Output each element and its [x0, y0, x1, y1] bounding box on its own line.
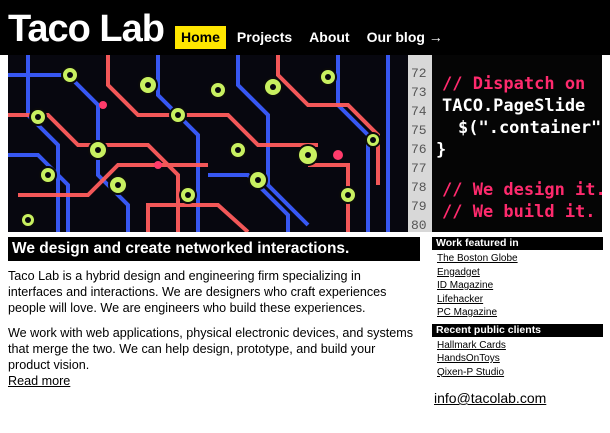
- list-item: PC Magazine: [437, 306, 603, 320]
- tagline-heading: We design and create networked interacti…: [8, 237, 420, 261]
- clients-heading: Recent public clients: [432, 323, 603, 337]
- client-link-hallmark[interactable]: Hallmark Cards: [437, 340, 506, 351]
- list-item: The Boston Globe: [437, 252, 603, 266]
- main-nav: Home Projects About Our blog →: [175, 26, 454, 49]
- sidebar: Work featured in The Boston Globe Engadg…: [432, 237, 603, 383]
- featured-heading: Work featured in: [432, 237, 603, 250]
- featured-link-boston-globe[interactable]: The Boston Globe: [437, 253, 518, 264]
- featured-link-engadget[interactable]: Engadget: [437, 267, 480, 278]
- services-paragraph: We work with web applications, physical …: [8, 325, 418, 390]
- code-line-numbers: 72 73 74 75 76 77 78 79 80: [411, 66, 427, 232]
- line-number: 77: [411, 161, 427, 176]
- intro-paragraph: Taco Lab is a hybrid design and engineer…: [8, 269, 387, 316]
- nav-our-blog[interactable]: Our blog →: [361, 26, 449, 49]
- featured-list: The Boston Globe Engadget ID Magazine Li…: [432, 250, 603, 320]
- line-number: 79: [411, 199, 427, 214]
- line-number: 74: [411, 104, 427, 119]
- list-item: Qixen-P Studio: [437, 366, 603, 380]
- list-item: Lifehacker: [437, 293, 603, 307]
- featured-link-lifehacker[interactable]: Lifehacker: [437, 294, 483, 305]
- code-line: }: [436, 140, 446, 160]
- line-number: 76: [411, 142, 427, 157]
- featured-link-pc-magazine[interactable]: PC Magazine: [437, 307, 497, 318]
- list-item: Engadget: [437, 266, 603, 280]
- read-more-link[interactable]: Read more: [8, 374, 70, 388]
- code-line: $(".container"): [458, 118, 602, 138]
- site-header: Taco Lab Home Projects About Our blog →: [0, 0, 610, 55]
- services-text: We work with web applications, physical …: [8, 325, 414, 373]
- client-link-qixen-p[interactable]: Qixen-P Studio: [437, 367, 504, 378]
- list-item: Hallmark Cards: [437, 339, 603, 353]
- code-line: TACO.PageSlide: [442, 96, 585, 116]
- main-content: Taco Lab is a hybrid design and engineer…: [8, 268, 418, 397]
- line-number: 75: [411, 123, 427, 138]
- line-number: 80: [411, 218, 427, 232]
- list-item: HandsOnToys: [437, 352, 603, 366]
- code-line: // We design it.: [442, 180, 602, 200]
- line-number: 78: [411, 180, 427, 195]
- client-link-handsontoys[interactable]: HandsOnToys: [437, 353, 500, 364]
- hero-banner: 72 73 74 75 76 77 78 79 80 // Dispatch o…: [8, 55, 602, 232]
- line-number: 73: [411, 85, 427, 100]
- clients-list: Hallmark Cards HandsOnToys Qixen-P Studi…: [432, 337, 603, 380]
- hero-banner-image: 72 73 74 75 76 77 78 79 80 // Dispatch o…: [8, 55, 602, 232]
- site-logo[interactable]: Taco Lab: [8, 6, 165, 52]
- code-line: // We build it.: [442, 202, 596, 222]
- code-line: // Dispatch on: [442, 74, 585, 94]
- line-number: 72: [411, 66, 427, 81]
- nav-about[interactable]: About: [303, 26, 355, 49]
- nav-home[interactable]: Home: [175, 26, 226, 49]
- contact-email-link[interactable]: info@tacolab.com: [434, 390, 546, 406]
- featured-link-id-magazine[interactable]: ID Magazine: [437, 280, 493, 291]
- nav-projects[interactable]: Projects: [231, 26, 298, 49]
- list-item: ID Magazine: [437, 279, 603, 293]
